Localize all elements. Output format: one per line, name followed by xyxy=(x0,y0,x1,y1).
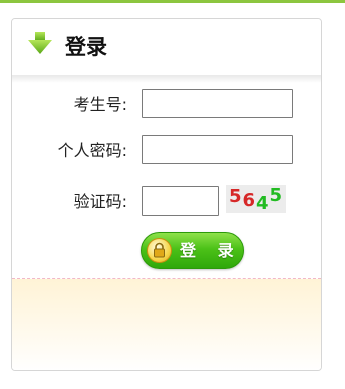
login-button[interactable]: 登 录 xyxy=(141,232,244,269)
captcha-char: 4 xyxy=(256,192,270,214)
captcha-char: 5 xyxy=(269,184,284,206)
lock-icon xyxy=(147,238,172,263)
panel-header: 登录 xyxy=(12,19,321,75)
header-shadow xyxy=(12,75,321,83)
green-down-arrow-icon xyxy=(28,32,52,54)
top-accent-bar xyxy=(0,0,345,3)
page-title: 登录 xyxy=(65,35,107,59)
captcha-label: 验证码: xyxy=(73,192,127,211)
captcha-char: 5 xyxy=(228,185,243,207)
password-label: 个人密码: xyxy=(57,141,127,160)
login-button-label: 登 录 xyxy=(180,241,242,260)
exam-number-input[interactable] xyxy=(142,89,293,118)
password-input[interactable] xyxy=(142,135,293,164)
exam-number-label: 考生号: xyxy=(73,95,127,114)
captcha-image[interactable]: 5 6 4 5 xyxy=(226,184,286,214)
captcha-input[interactable] xyxy=(142,186,219,216)
captcha-char: 6 xyxy=(242,189,256,211)
footer-area xyxy=(12,279,321,370)
login-panel: 登录 考生号: 个人密码: 验证码: 5 6 4 5 登 录 xyxy=(11,18,322,371)
